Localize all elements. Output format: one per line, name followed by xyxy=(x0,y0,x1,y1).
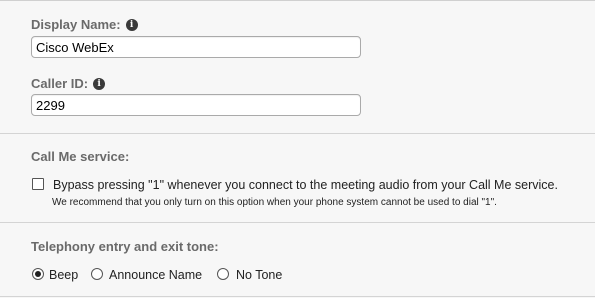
call-me-service-heading: Call Me service: xyxy=(31,149,129,164)
radio-announce-name[interactable] xyxy=(91,268,103,280)
info-icon[interactable]: i xyxy=(125,18,138,31)
info-icon[interactable]: i xyxy=(93,77,106,90)
telephony-tone-heading-text: Telephony entry and exit tone: xyxy=(31,239,219,254)
radio-no-tone[interactable] xyxy=(217,268,229,280)
caller-id-input[interactable] xyxy=(31,94,361,116)
top-border xyxy=(0,0,595,1)
section-divider xyxy=(0,296,595,297)
radio-beep-label[interactable]: Beep xyxy=(49,268,78,282)
caller-id-label-text: Caller ID: xyxy=(31,76,89,91)
bypass-checkbox-label[interactable]: Bypass pressing "1" whenever you connect… xyxy=(53,178,558,192)
section-divider xyxy=(0,222,595,223)
radio-announce-name-label[interactable]: Announce Name xyxy=(109,268,202,282)
caller-id-label: Caller ID: i xyxy=(31,76,106,91)
section-divider xyxy=(0,133,595,134)
call-me-note: We recommend that you only turn on this … xyxy=(52,197,497,208)
call-me-service-heading-text: Call Me service: xyxy=(31,149,130,164)
telephony-tone-heading: Telephony entry and exit tone: xyxy=(31,239,219,254)
display-name-label-text: Display Name: xyxy=(31,17,121,32)
radio-beep[interactable] xyxy=(32,268,44,280)
bypass-checkbox[interactable] xyxy=(32,178,44,190)
radio-no-tone-label[interactable]: No Tone xyxy=(236,268,282,282)
display-name-input[interactable] xyxy=(31,36,361,58)
display-name-label: Display Name: i xyxy=(31,17,138,32)
